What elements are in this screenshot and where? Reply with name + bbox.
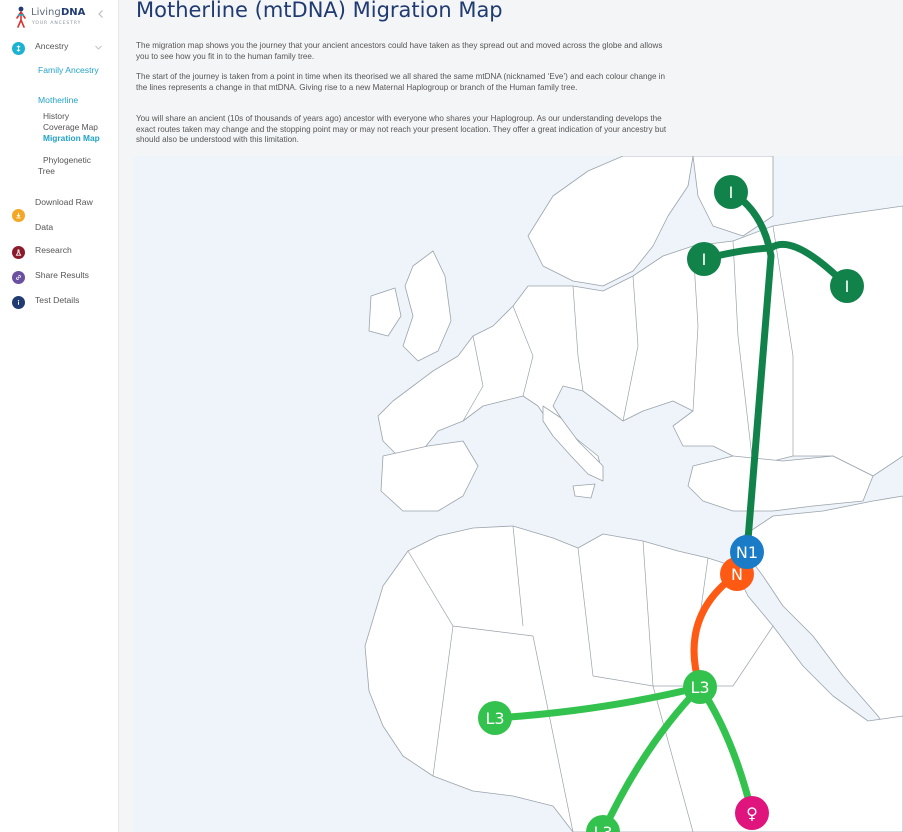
marker-L3-west[interactable]: L3 xyxy=(478,701,512,735)
download-icon xyxy=(12,208,25,222)
research-icon xyxy=(12,245,25,259)
intro-paragraph-1: The migration map shows you the journey … xyxy=(136,41,663,61)
brand-tagline: YOUR ANCESTRY xyxy=(32,21,82,26)
sidebar: Living DNA YOUR ANCESTRY Ancestry Family… xyxy=(0,0,119,832)
sidebar-item-history[interactable]: History xyxy=(43,111,113,122)
marker-N1-label: N1 xyxy=(736,543,758,562)
dna-figure-icon xyxy=(16,6,26,28)
sidebar-item-coverage-map[interactable]: Coverage Map xyxy=(43,122,113,133)
sidebar-item-download-raw-data[interactable] xyxy=(12,207,25,223)
brand-name-living: Living xyxy=(31,7,61,18)
marker-I-west[interactable]: I xyxy=(687,242,721,276)
sidebar-item-download-label-1[interactable]: Download Raw xyxy=(35,197,93,208)
sidebar-item-label: Ancestry xyxy=(35,41,69,51)
marker-I-label: I xyxy=(702,250,707,269)
marker-I-label: I xyxy=(729,183,734,202)
sidebar-item-ancestry[interactable]: Ancestry xyxy=(12,40,68,56)
marker-I-label: I xyxy=(845,277,850,296)
sidebar-item-label: Share Results xyxy=(35,270,89,280)
marker-eve-label: ♀ xyxy=(746,804,758,823)
marker-L3-label: L3 xyxy=(690,678,709,697)
sidebar-item-label: Test Details xyxy=(35,295,80,305)
marker-eve[interactable]: ♀ xyxy=(735,796,769,830)
marker-I-east[interactable]: I xyxy=(830,269,864,303)
sidebar-item-download-label-2[interactable]: Data xyxy=(35,222,53,233)
page-title: Motherline (mtDNA) Migration Map xyxy=(136,0,503,22)
dna-icon xyxy=(12,41,25,55)
land-anatolia xyxy=(687,455,874,512)
sidebar-item-migration-map[interactable]: Migration Map xyxy=(38,133,108,144)
link-icon xyxy=(12,270,25,284)
brand-name-dna: DNA xyxy=(61,7,86,18)
sidebar-item-motherline[interactable]: Motherline xyxy=(38,95,108,106)
intro-paragraph-2: The start of the journey is taken from a… xyxy=(136,72,666,92)
marker-L3-center[interactable]: L3 xyxy=(683,670,717,704)
sidebar-item-share-results[interactable]: Share Results xyxy=(12,269,89,285)
intro-paragraph-3: You will share an ancient (10s of thousa… xyxy=(136,114,667,144)
marker-I-north[interactable]: I xyxy=(714,175,748,209)
sidebar-item-family-ancestry[interactable]: Family Ancestry xyxy=(38,65,108,76)
sidebar-item-research[interactable]: Research xyxy=(12,244,72,260)
marker-L3-label: L3 xyxy=(485,709,504,728)
marker-N1[interactable]: N1 xyxy=(730,535,764,569)
migration-map[interactable]: ♀ L3 L3 L3 N N1 I I xyxy=(133,156,903,832)
info-icon xyxy=(12,295,25,309)
sidebar-item-phylogenetic-tree[interactable]: Phylogenetic Tree xyxy=(38,155,108,177)
sidebar-item-label: Research xyxy=(35,245,72,255)
chevron-down-icon[interactable] xyxy=(94,43,103,52)
sidebar-item-test-details[interactable]: Test Details xyxy=(12,294,79,310)
land-sicily xyxy=(572,483,596,499)
chevron-left-icon[interactable] xyxy=(96,9,106,19)
map-canvas[interactable]: ♀ L3 L3 L3 N N1 I I xyxy=(133,156,903,832)
marker-L3-label: L3 xyxy=(593,823,612,832)
